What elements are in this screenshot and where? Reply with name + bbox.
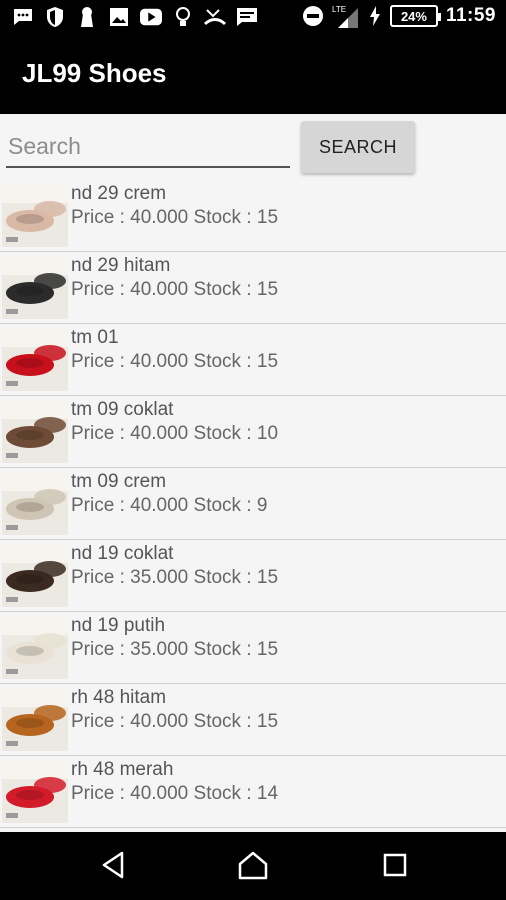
product-list[interactable]: nd 29 crem Price : 40.000 Stock : 15nd 29… [0, 180, 506, 828]
list-item[interactable]: nd 29 hitam Price : 40.000 Stock : 15 [0, 252, 506, 324]
signal-icon: LTE [332, 5, 360, 28]
system-status: LTE 24% 11:59 [302, 5, 496, 28]
main-content: SEARCH nd 29 crem Price : 40.000 Stock : … [0, 114, 506, 832]
product-name: rh 48 hitam [71, 687, 167, 708]
app-bar: JL99 Shoes [0, 36, 506, 114]
product-thumbnail [2, 327, 68, 391]
recents-button[interactable] [378, 850, 412, 884]
list-item[interactable]: nd 19 putih Price : 35.000 Stock : 15 [0, 612, 506, 684]
product-name: tm 09 crem [71, 471, 167, 492]
product-name: tm 01 [71, 327, 119, 348]
recents-icon [382, 852, 408, 883]
search-button[interactable]: SEARCH [301, 121, 415, 173]
product-name: nd 29 crem [71, 183, 167, 204]
product-price-stock: Price : 40.000 Stock : 15 [71, 711, 279, 732]
list-item[interactable]: rh 48 merah Price : 40.000 Stock : 14 [0, 756, 506, 828]
product-thumbnail [2, 543, 68, 607]
product-price-stock: Price : 40.000 Stock : 14 [71, 783, 279, 804]
product-price-stock: Price : 40.000 Stock : 15 [71, 207, 279, 228]
product-name: rh 48 merah [71, 759, 174, 780]
notification-icons [12, 6, 258, 28]
list-item[interactable]: nd 29 crem Price : 40.000 Stock : 15 [0, 180, 506, 252]
do-not-disturb-icon [302, 5, 324, 27]
lightbulb-icon [172, 6, 194, 28]
charging-icon [368, 5, 382, 27]
product-thumbnail [2, 615, 68, 679]
battery-indicator: 24% [389, 5, 441, 27]
list-item[interactable]: tm 01 Price : 40.000 Stock : 15 [0, 324, 506, 396]
shield-icon [44, 6, 66, 28]
messages-icon [12, 6, 34, 28]
list-item[interactable]: tm 09 crem Price : 40.000 Stock : 9 [0, 468, 506, 540]
list-item[interactable]: rh 48 hitam Price : 40.000 Stock : 15 [0, 684, 506, 756]
product-name: tm 09 coklat [71, 399, 174, 420]
back-button[interactable] [96, 850, 130, 884]
list-item[interactable]: tm 09 coklat Price : 40.000 Stock : 10 [0, 396, 506, 468]
product-price-stock: Price : 40.000 Stock : 10 [71, 423, 279, 444]
product-thumbnail [2, 255, 68, 319]
app-title: JL99 Shoes [22, 58, 167, 88]
product-thumbnail [2, 471, 68, 535]
search-input[interactable] [6, 126, 290, 168]
list-item[interactable]: nd 19 coklat Price : 35.000 Stock : 15 [0, 540, 506, 612]
battery-label: 24% [400, 8, 427, 24]
product-price-stock: Price : 40.000 Stock : 9 [71, 495, 268, 516]
product-thumbnail [2, 183, 68, 247]
home-button[interactable] [236, 850, 270, 884]
keyhole-icon [76, 6, 98, 28]
product-price-stock: Price : 35.000 Stock : 15 [71, 567, 279, 588]
sms-icon [236, 6, 258, 28]
missed-call-icon [204, 6, 226, 28]
network-type-label: LTE [332, 5, 346, 14]
navigation-bar [0, 832, 506, 900]
product-thumbnail [2, 399, 68, 463]
product-price-stock: Price : 40.000 Stock : 15 [71, 351, 279, 372]
image-icon [108, 6, 130, 28]
clock: 11:59 [445, 5, 496, 26]
product-price-stock: Price : 40.000 Stock : 15 [71, 279, 279, 300]
youtube-icon [140, 6, 162, 28]
product-thumbnail [2, 759, 68, 823]
product-name: nd 19 putih [71, 615, 166, 636]
product-thumbnail [2, 687, 68, 751]
product-name: nd 19 coklat [71, 543, 174, 564]
home-icon [237, 850, 269, 885]
product-price-stock: Price : 35.000 Stock : 15 [71, 639, 279, 660]
product-name: nd 29 hitam [71, 255, 171, 276]
back-icon [100, 850, 126, 885]
status-bar: LTE 24% 11:59 [0, 0, 506, 36]
